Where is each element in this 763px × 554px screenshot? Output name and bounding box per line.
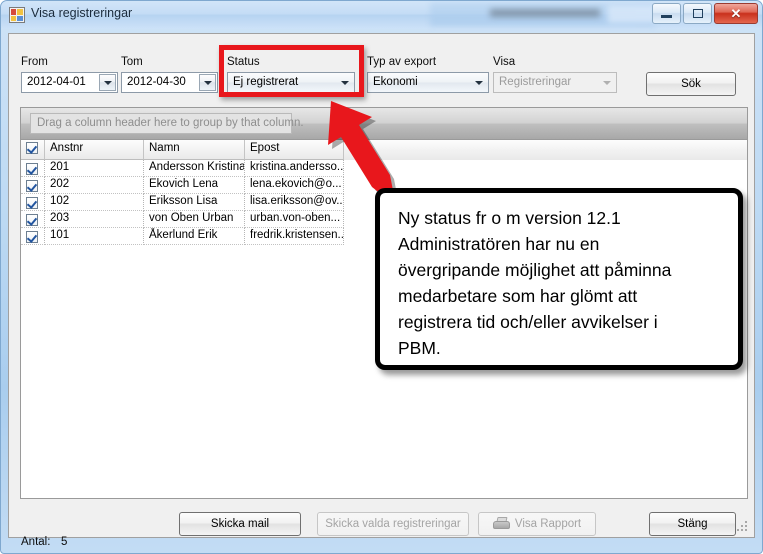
group-by-hint: Drag a column header here to group by th… xyxy=(30,113,304,134)
cell-epost: fredrik.kristensen... xyxy=(245,228,344,245)
row-checkbox[interactable] xyxy=(26,231,38,243)
cell-namn: Andersson Kristina xyxy=(144,160,245,177)
send-selected-registrations-button: Skicka valda registreringar xyxy=(317,512,469,536)
tom-date-value: 2012-04-30 xyxy=(127,76,186,88)
send-mail-label: Skicka mail xyxy=(210,518,270,530)
send-selected-label: Skicka valda registreringar xyxy=(325,518,461,530)
cell-anstnr: 202 xyxy=(45,177,144,194)
visa-value: Registreringar xyxy=(499,76,572,88)
cell-anstnr: 101 xyxy=(45,228,144,245)
background-blur-text xyxy=(490,9,600,17)
close-dialog-label: Stäng xyxy=(677,518,708,530)
chevron-down-icon[interactable] xyxy=(99,74,116,91)
row-checkbox[interactable] xyxy=(26,163,38,175)
background-blur-button xyxy=(608,5,656,23)
from-date-value: 2012-04-01 xyxy=(27,76,86,88)
column-header-anstnr[interactable]: Anstnr xyxy=(45,140,144,160)
annotation-callout-text: Ny status fr o m version 12.1 Administra… xyxy=(398,208,672,358)
search-button[interactable]: Sök xyxy=(646,72,736,96)
cell-namn: Åkerlund Erik xyxy=(144,228,245,245)
row-checkbox[interactable] xyxy=(26,214,38,226)
chevron-down-icon[interactable] xyxy=(470,74,487,91)
export-type-label: Typ av export xyxy=(367,56,437,68)
minimize-button[interactable] xyxy=(652,3,681,24)
status-highlight-box xyxy=(219,45,364,97)
count-label: Antal: xyxy=(21,536,51,548)
row-checkbox[interactable] xyxy=(26,180,38,192)
column-header-namn[interactable]: Namn xyxy=(144,140,245,160)
select-all-header[interactable] xyxy=(21,140,45,160)
resize-grip[interactable] xyxy=(737,521,749,533)
close-dialog-button[interactable]: Stäng xyxy=(649,512,736,536)
visa-combobox: Registreringar xyxy=(493,72,617,93)
from-date-picker[interactable]: 2012-04-01 xyxy=(21,72,118,93)
printer-icon xyxy=(492,517,510,531)
close-icon: ✕ xyxy=(730,5,742,21)
close-button[interactable]: ✕ xyxy=(714,3,758,24)
show-report-label: Visa Rapport xyxy=(514,518,582,530)
annotation-callout: Ny status fr o m version 12.1 Administra… xyxy=(375,188,743,370)
cell-namn: Ekovich Lena xyxy=(144,177,245,194)
select-all-checkbox[interactable] xyxy=(26,142,38,154)
visa-label: Visa xyxy=(493,56,516,68)
search-button-label: Sök xyxy=(681,78,701,90)
send-mail-button[interactable]: Skicka mail xyxy=(179,512,301,536)
from-label: From xyxy=(21,56,48,68)
minimize-icon xyxy=(653,4,680,23)
show-report-button: Visa Rapport xyxy=(478,512,596,536)
cell-namn: von Oben Urban xyxy=(144,211,245,228)
cell-anstnr: 201 xyxy=(45,160,144,177)
cell-namn: Eriksson Lisa xyxy=(144,194,245,211)
app-window-icon xyxy=(9,7,25,23)
tom-date-picker[interactable]: 2012-04-30 xyxy=(121,72,218,93)
cell-anstnr: 102 xyxy=(45,194,144,211)
cell-anstnr: 203 xyxy=(45,211,144,228)
chevron-down-icon[interactable] xyxy=(199,74,216,91)
cell-epost: urban.von-oben... xyxy=(245,211,344,228)
tom-label: Tom xyxy=(121,56,143,68)
title-bar[interactable]: Visa registreringar ✕ xyxy=(0,0,763,29)
maximize-button[interactable] xyxy=(683,3,712,24)
chevron-down-icon xyxy=(598,74,615,91)
row-checkbox[interactable] xyxy=(26,197,38,209)
export-type-combobox[interactable]: Ekonomi xyxy=(367,72,489,93)
count-value: 5 xyxy=(61,536,68,548)
window-frame: Visa registreringar ✕ From Tom Status Ty… xyxy=(0,0,763,554)
export-type-value: Ekonomi xyxy=(373,76,418,88)
maximize-icon xyxy=(684,4,711,23)
window-title: Visa registreringar xyxy=(31,6,133,20)
